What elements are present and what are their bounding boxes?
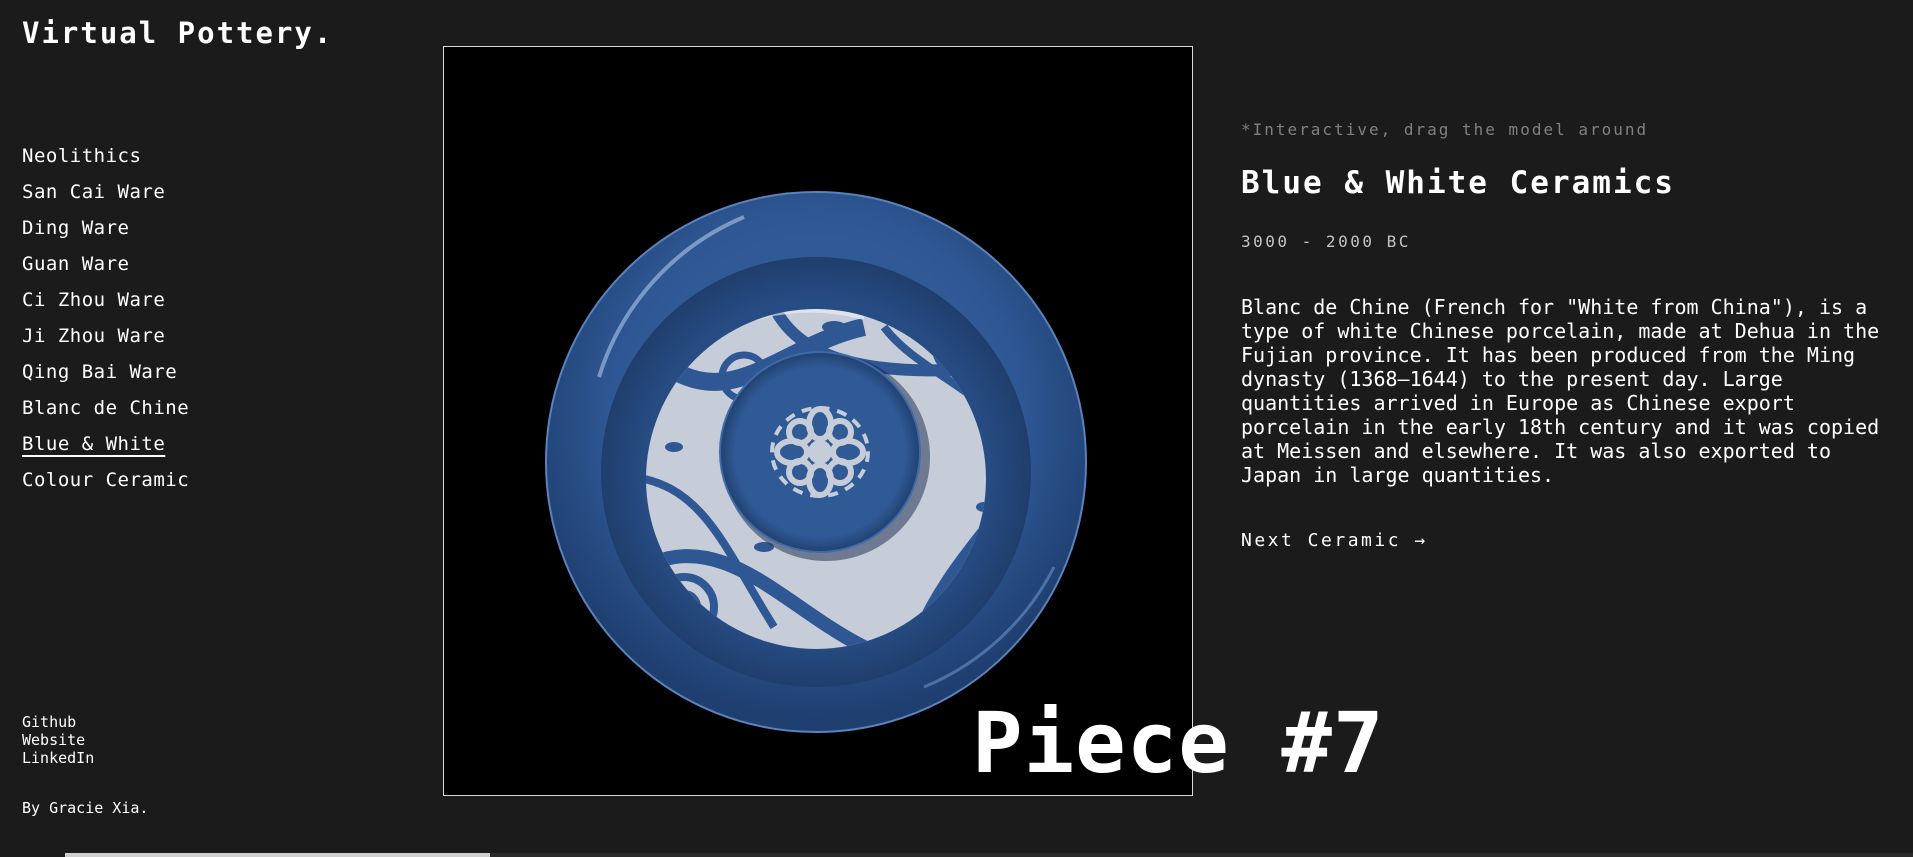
piece-number: Piece #7: [972, 694, 1385, 792]
nav-item-san-cai-ware[interactable]: San Cai Ware: [22, 180, 189, 216]
nav-item-blanc-de-chine[interactable]: Blanc de Chine: [22, 396, 189, 432]
ceramic-plate-model: [545, 191, 1087, 733]
nav-item-ding-ware[interactable]: Ding Ware: [22, 216, 189, 252]
website-link[interactable]: Website: [22, 731, 94, 749]
nav-item-label: Colour Ceramic: [22, 469, 190, 491]
nav-item-label: Ding Ware: [22, 217, 130, 239]
nav-item-qing-bai-ware[interactable]: Qing Bai Ware: [22, 360, 189, 396]
nav-item-label: Qing Bai Ware: [22, 361, 178, 383]
ceramic-dates: 3000 - 2000 BC: [1241, 232, 1411, 251]
author-credit: By Gracie Xia.: [22, 799, 149, 817]
nav-item-colour-ceramic[interactable]: Colour Ceramic: [22, 468, 189, 504]
nav-item-label: Ci Zhou Ware: [22, 289, 166, 311]
next-ceramic-link[interactable]: Next Ceramic →: [1241, 530, 1428, 551]
nav-item-label: Neolithics: [22, 145, 142, 167]
ceramic-nav: Neolithics San Cai Ware Ding Ware Guan W…: [22, 144, 189, 504]
model-viewer[interactable]: [443, 46, 1193, 796]
linkedin-link[interactable]: LinkedIn: [22, 749, 94, 767]
interaction-hint: *Interactive, drag the model around: [1241, 120, 1649, 139]
nav-item-label: San Cai Ware: [22, 181, 166, 203]
nav-item-ji-zhou-ware[interactable]: Ji Zhou Ware: [22, 324, 189, 360]
page-progress-fill: [65, 853, 491, 857]
page-progress-bar: [65, 853, 1913, 857]
ceramic-description: Blanc de Chine (French for "White from C…: [1241, 295, 1880, 487]
nav-item-label: Ji Zhou Ware: [22, 325, 166, 347]
github-link[interactable]: Github: [22, 713, 94, 731]
nav-item-ci-zhou-ware[interactable]: Ci Zhou Ware: [22, 288, 189, 324]
nav-item-neolithics[interactable]: Neolithics: [22, 144, 189, 180]
nav-item-guan-ware[interactable]: Guan Ware: [22, 252, 189, 288]
site-brand: Virtual Pottery.: [22, 16, 334, 50]
nav-item-label: Guan Ware: [22, 253, 130, 275]
external-links: Github Website LinkedIn: [22, 713, 94, 767]
nav-item-blue-white[interactable]: Blue & White: [22, 432, 189, 468]
nav-item-label: Blanc de Chine: [22, 397, 190, 419]
ceramic-title: Blue & White Ceramics: [1241, 165, 1675, 201]
nav-item-label: Blue & White: [22, 433, 166, 455]
